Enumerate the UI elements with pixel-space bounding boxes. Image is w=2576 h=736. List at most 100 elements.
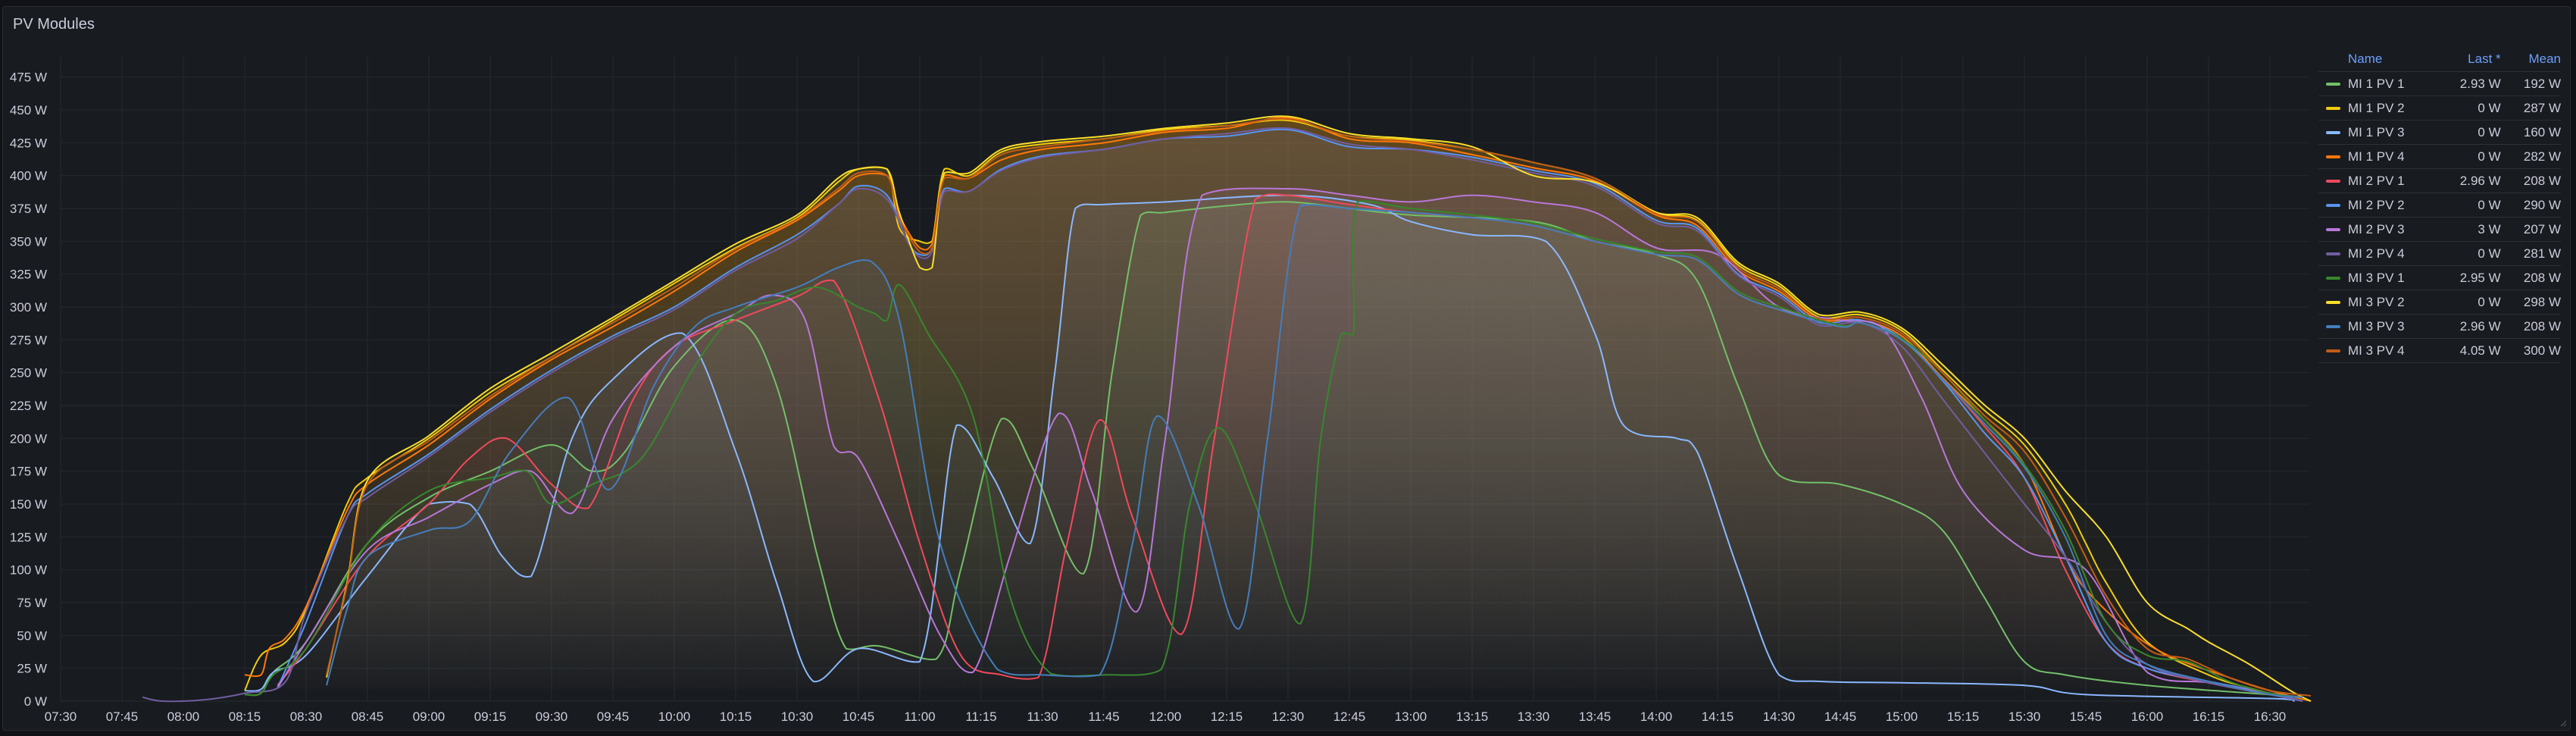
y-tick-label: 475 W: [10, 70, 47, 85]
legend-row[interactable]: MI 2 PV 4 0 W 281 W: [2318, 242, 2561, 266]
legend-row[interactable]: MI 2 PV 3 3 W 207 W: [2318, 218, 2561, 242]
legend-last-value: 0 W: [2478, 294, 2501, 309]
legend-row[interactable]: MI 1 PV 1 2.93 W 192 W: [2318, 72, 2561, 96]
legend-series-name[interactable]: MI 3 PV 3: [2348, 319, 2405, 334]
series-color-swatch-icon: [2326, 106, 2340, 110]
y-tick-label: 275 W: [10, 333, 47, 347]
y-tick-label: 75 W: [17, 596, 47, 610]
x-tick-label: 15:15: [1947, 709, 1980, 724]
x-axis: 07:30 07:45 08:00 08:15 08:30 08:45 09:00 09:15…: [45, 709, 2287, 724]
legend-row[interactable]: MI 3 PV 1 2.95 W 208 W: [2318, 266, 2561, 290]
y-tick-label: 325 W: [10, 268, 47, 282]
x-tick-label: 11:30: [1027, 709, 1058, 724]
x-tick-label: 14:30: [1763, 709, 1796, 724]
legend-series-name[interactable]: MI 1 PV 4: [2348, 149, 2405, 164]
legend-series-name[interactable]: MI 3 PV 1: [2348, 271, 2405, 286]
y-tick-label: 450 W: [10, 103, 47, 117]
legend-series-name[interactable]: MI 3 PV 2: [2348, 295, 2405, 310]
series-color-swatch-icon: [2326, 82, 2340, 86]
series-color-swatch-icon: [2326, 155, 2340, 158]
x-tick-label: 12:00: [1149, 709, 1182, 724]
legend-mean-value: 300 W: [2523, 343, 2561, 358]
legend-header-mean[interactable]: Mean: [2511, 52, 2561, 67]
legend-last-value: 0 W: [2478, 124, 2501, 139]
legend-mean-value: 290 W: [2523, 197, 2561, 212]
x-tick-label: 13:00: [1395, 709, 1427, 724]
y-tick-label: 375 W: [10, 202, 47, 216]
legend-series-name[interactable]: MI 2 PV 2: [2348, 198, 2405, 213]
legend-row[interactable]: MI 3 PV 2 0 W 298 W: [2318, 290, 2561, 315]
legend-series-name[interactable]: MI 3 PV 4: [2348, 343, 2405, 359]
legend-series-name[interactable]: MI 2 PV 3: [2348, 222, 2405, 237]
legend-mean-value: 192 W: [2523, 76, 2561, 91]
legend-last-value: 3 W: [2478, 221, 2501, 236]
x-tick-label: 08:30: [290, 709, 323, 724]
legend-last-value: 4.05 W: [2459, 343, 2501, 358]
y-tick-label: 300 W: [10, 300, 47, 315]
legend-mean-value: 208 W: [2523, 270, 2561, 285]
series-color-swatch-icon: [2326, 349, 2340, 352]
x-tick-label: 16:15: [2193, 709, 2225, 724]
x-tick-label: 13:30: [1518, 709, 1550, 724]
legend-row[interactable]: MI 2 PV 2 0 W 290 W: [2318, 193, 2561, 218]
series-color-swatch-icon: [2326, 324, 2340, 328]
x-tick-label: 15:00: [1886, 709, 1918, 724]
legend-row[interactable]: MI 1 PV 2 0 W 287 W: [2318, 96, 2561, 121]
y-axis: 0 W 25 W 50 W 75 W 100 W 125 W 150 W 175 W 200 W…: [10, 70, 47, 709]
y-tick-label: 200 W: [10, 431, 47, 446]
legend-series-name[interactable]: MI 2 PV 1: [2348, 174, 2405, 189]
legend-mean-value: 207 W: [2523, 221, 2561, 236]
legend-header-last[interactable]: Last *: [2431, 52, 2500, 67]
legend-last-value: 0 W: [2478, 149, 2501, 164]
x-tick-label: 11:45: [1088, 709, 1119, 724]
legend-series-name[interactable]: MI 1 PV 3: [2348, 125, 2405, 140]
legend-mean-value: 208 W: [2523, 173, 2561, 188]
x-tick-label: 11:15: [965, 709, 996, 724]
x-tick-label: 11:00: [904, 709, 935, 724]
series-color-swatch-icon: [2326, 300, 2340, 304]
y-tick-label: 425 W: [10, 136, 47, 150]
legend-row[interactable]: MI 3 PV 4 4.05 W 300 W: [2318, 339, 2561, 363]
legend-row[interactable]: MI 1 PV 4 0 W 282 W: [2318, 145, 2561, 169]
x-tick-label: 13:45: [1579, 709, 1612, 724]
x-tick-label: 09:45: [597, 709, 630, 724]
x-tick-label: 15:30: [2009, 709, 2041, 724]
legend-last-value: 0 W: [2478, 197, 2501, 212]
pv-modules-chart[interactable]: 0 W 25 W 50 W 75 W 100 W 125 W 150 W 175 W 200 W…: [0, 0, 2576, 736]
y-tick-label: 400 W: [10, 169, 47, 183]
legend-mean-value: 287 W: [2523, 100, 2561, 115]
x-tick-label: 08:15: [229, 709, 261, 724]
y-tick-label: 50 W: [17, 628, 47, 643]
legend-last-value: 0 W: [2478, 100, 2501, 115]
y-tick-label: 150 W: [10, 497, 47, 512]
x-tick-label: 10:00: [658, 709, 691, 724]
series-color-swatch-icon: [2326, 130, 2340, 134]
series-color-swatch-icon: [2326, 227, 2340, 231]
legend-mean-value: 160 W: [2523, 124, 2561, 139]
legend-last-value: 0 W: [2478, 246, 2501, 261]
legend-row[interactable]: MI 2 PV 1 2.96 W 208 W: [2318, 169, 2561, 193]
legend-mean-value: 281 W: [2523, 246, 2561, 261]
y-tick-label: 250 W: [10, 366, 47, 381]
x-tick-label: 14:00: [1640, 709, 1673, 724]
series-color-swatch-icon: [2326, 276, 2340, 280]
legend-series-name[interactable]: MI 1 PV 2: [2348, 101, 2405, 116]
y-tick-label: 225 W: [10, 399, 47, 413]
legend-row[interactable]: MI 1 PV 3 0 W 160 W: [2318, 121, 2561, 145]
x-tick-label: 08:45: [352, 709, 384, 724]
legend-row[interactable]: MI 3 PV 3 2.96 W 208 W: [2318, 315, 2561, 339]
series-color-swatch-icon: [2326, 252, 2340, 255]
legend-header-name[interactable]: Name: [2348, 52, 2382, 67]
x-tick-label: 07:45: [106, 709, 139, 724]
x-tick-label: 08:00: [167, 709, 200, 724]
x-tick-label: 15:45: [2070, 709, 2102, 724]
x-tick-label: 12:45: [1333, 709, 1366, 724]
x-tick-label: 09:00: [413, 709, 445, 724]
legend-header: Name Last * Mean: [2318, 47, 2561, 72]
y-tick-label: 0 W: [24, 694, 47, 709]
legend-mean-value: 208 W: [2523, 318, 2561, 334]
x-tick-label: 07:30: [45, 709, 77, 724]
legend-series-name[interactable]: MI 2 PV 4: [2348, 246, 2405, 262]
series-color-swatch-icon: [2326, 203, 2340, 207]
legend-series-name[interactable]: MI 1 PV 1: [2348, 77, 2405, 92]
